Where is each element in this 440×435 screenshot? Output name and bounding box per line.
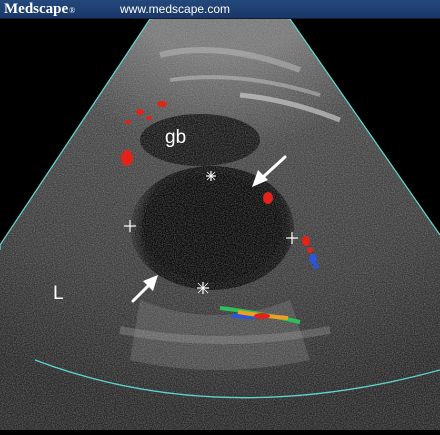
gallbladder-label: gb bbox=[165, 127, 187, 148]
ultrasound-image: gb L bbox=[0, 11, 440, 430]
medscape-logo[interactable]: Medscape® bbox=[4, 0, 75, 18]
ultrasound-scan bbox=[0, 11, 440, 430]
brand-name: Medscape bbox=[4, 1, 69, 17]
registered-mark: ® bbox=[69, 6, 76, 15]
caliper-top bbox=[206, 171, 216, 181]
medscape-header-bar: Medscape® www.medscape.com bbox=[0, 0, 440, 19]
liver-label: L bbox=[53, 283, 64, 304]
site-url[interactable]: www.medscape.com bbox=[120, 0, 230, 18]
caliper-bottom bbox=[197, 282, 209, 294]
